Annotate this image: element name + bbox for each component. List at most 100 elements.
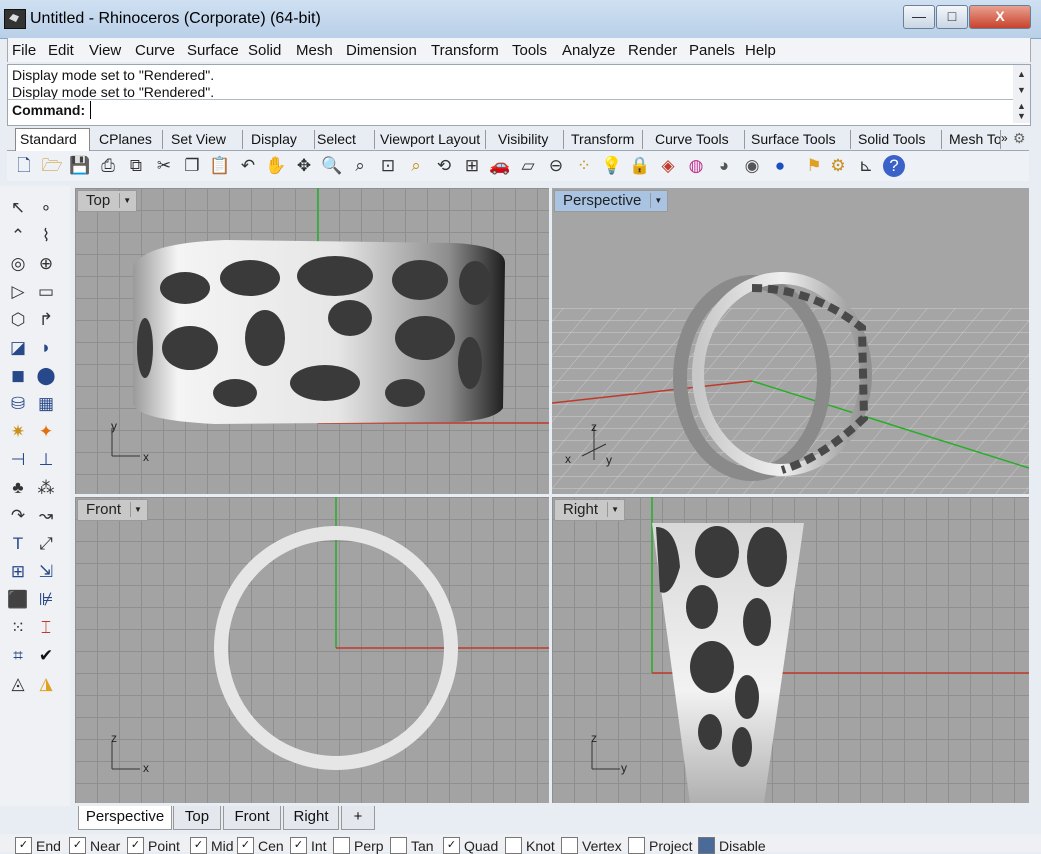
more-tabs-icon[interactable]: » <box>1001 131 1008 145</box>
flag-icon[interactable]: ⚑ <box>803 155 825 177</box>
layer-icon[interactable]: ◈ <box>657 155 679 177</box>
transform-gear-icon[interactable]: ✷ <box>6 420 30 444</box>
open-icon[interactable]: 🗁 <box>41 155 63 177</box>
circle-icon[interactable]: ⊖ <box>545 155 567 177</box>
point-icon[interactable]: ∘ <box>34 196 58 220</box>
tab-set-view[interactable]: Set View <box>167 130 243 149</box>
menu-help[interactable]: Help <box>745 42 776 59</box>
offset-curve-icon[interactable]: ↷ <box>6 504 30 528</box>
scroll-down-icon[interactable]: ▼ <box>1017 85 1026 95</box>
add-viewport-tab-button[interactable]: + <box>341 806 375 830</box>
menu-file[interactable]: File <box>12 42 36 59</box>
viewport-perspective[interactable]: z x y Perspective ▼ <box>552 188 1029 494</box>
solid-box-icon[interactable]: ⬛ <box>6 588 30 612</box>
menu-analyze[interactable]: Analyze <box>562 42 615 59</box>
scroll-down-icon[interactable]: ▼ <box>1017 111 1026 121</box>
move-icon[interactable]: ⤢ <box>34 532 58 556</box>
select-arrow-icon[interactable]: ↖ <box>6 196 30 220</box>
chevron-down-icon[interactable]: ▼ <box>130 502 145 517</box>
menu-render[interactable]: Render <box>628 42 677 59</box>
boolean-split-icon[interactable]: ⁂ <box>34 476 58 500</box>
blue-sphere-icon[interactable]: ● <box>769 155 791 177</box>
array-icon[interactable]: ⊞ <box>6 560 30 584</box>
chevron-down-icon[interactable]: ▼ <box>119 193 134 208</box>
osnap-end-checkbox[interactable]: ✓ <box>15 837 32 854</box>
command-input[interactable] <box>90 101 996 119</box>
tab-solid-tools[interactable]: Solid Tools <box>854 130 942 149</box>
split-icon[interactable]: ⊣ <box>6 448 30 472</box>
import-icon[interactable]: ⧉ <box>125 155 147 177</box>
viewport-title-perspective[interactable]: Perspective ▼ <box>554 190 669 212</box>
print-icon[interactable]: ⎙ <box>97 155 119 177</box>
osnap-mid-checkbox[interactable]: ✓ <box>190 837 207 854</box>
box-icon[interactable]: ◼ <box>6 364 30 388</box>
osnap-tan-checkbox[interactable] <box>390 837 407 854</box>
rotate-view-icon[interactable]: ✥ <box>293 155 315 177</box>
minimize-button[interactable]: — <box>903 5 935 29</box>
rhino-app-icon[interactable] <box>4 9 26 29</box>
properties-icon[interactable]: ▱ <box>517 155 539 177</box>
light-icon[interactable]: 💡 <box>601 155 623 177</box>
dimension-icon[interactable]: ⊾ <box>855 155 877 177</box>
four-viewports-icon[interactable]: ⊞ <box>461 155 483 177</box>
menu-transform[interactable]: Transform <box>431 42 499 59</box>
rectangle-icon[interactable]: ▭ <box>34 280 58 304</box>
zoom-window-icon[interactable]: ⌕ <box>349 155 371 177</box>
scale-icon[interactable]: ⇲ <box>34 560 58 584</box>
osnap-near-checkbox[interactable]: ✓ <box>69 837 86 854</box>
trim-icon[interactable]: ⊥ <box>34 448 58 472</box>
viewport-title-right[interactable]: Right ▼ <box>554 499 626 521</box>
tab-transform[interactable]: Transform <box>567 130 643 149</box>
osnap-cen-checkbox[interactable]: ✓ <box>237 837 254 854</box>
tab-viewport-front[interactable]: Front <box>223 806 281 830</box>
curve-icon[interactable]: ⌇ <box>34 224 58 248</box>
tab-display[interactable]: Display <box>247 130 315 149</box>
undo-view-icon[interactable]: ⟲ <box>433 155 455 177</box>
osnap-project-checkbox[interactable] <box>628 837 645 854</box>
align-icon[interactable]: ⌶ <box>34 616 58 640</box>
surface-icon[interactable]: ◪ <box>6 336 30 360</box>
viewport-title-top[interactable]: Top ▼ <box>77 190 138 212</box>
cut-icon[interactable]: ✂ <box>153 155 175 177</box>
osnap-vertex-checkbox[interactable] <box>561 837 578 854</box>
viewport-top[interactable]: y x Top ▼ <box>75 188 549 494</box>
grid-array-icon[interactable]: ⁙ <box>6 616 30 640</box>
tab-select[interactable]: Select <box>313 130 375 149</box>
zoom-extents-icon[interactable]: ⊡ <box>377 155 399 177</box>
tab-viewport-top[interactable]: Top <box>173 806 221 830</box>
pan-icon[interactable]: ✋ <box>265 155 287 177</box>
osnap-disable-checkbox[interactable] <box>698 837 715 854</box>
boolean-union-icon[interactable]: ♣ <box>6 476 30 500</box>
analysis-icon[interactable]: ◬ <box>6 672 30 696</box>
gear-icon[interactable]: ⚙ <box>827 155 849 177</box>
lock-icon[interactable]: 🔒 <box>629 155 651 177</box>
osnap-int-checkbox[interactable]: ✓ <box>290 837 307 854</box>
menu-view[interactable]: View <box>89 42 121 59</box>
polyline-icon[interactable]: ⌃ <box>6 224 30 248</box>
extrude-surface-icon[interactable]: ◗ <box>34 336 58 360</box>
mesh-icon[interactable]: ▦ <box>34 392 58 416</box>
tab-visibility[interactable]: Visibility <box>494 130 564 149</box>
maximize-button[interactable]: □ <box>936 5 968 29</box>
tab-cplanes[interactable]: CPlanes <box>95 130 163 149</box>
spheres-icon[interactable]: ⬤ <box>34 364 58 388</box>
tab-viewport-right[interactable]: Right <box>283 806 339 830</box>
viewport-title-front[interactable]: Front ▼ <box>77 499 149 521</box>
menu-tools[interactable]: Tools <box>512 42 547 59</box>
menu-surface[interactable]: Surface <box>187 42 239 59</box>
undo-icon[interactable]: ↶ <box>237 155 259 177</box>
render-material-icon[interactable]: ◮ <box>34 672 58 696</box>
menu-mesh[interactable]: Mesh <box>296 42 333 59</box>
help-icon[interactable]: ? <box>883 155 905 177</box>
bend-icon[interactable]: ⌗ <box>6 644 30 668</box>
menu-edit[interactable]: Edit <box>48 42 74 59</box>
tab-viewport-perspective[interactable]: Perspective <box>78 806 172 830</box>
chevron-down-icon[interactable]: ▼ <box>650 193 665 208</box>
points-icon[interactable]: ⁘ <box>573 155 595 177</box>
viewport-front[interactable]: z x Front ▼ <box>75 497 549 803</box>
menu-curve[interactable]: Curve <box>135 42 175 59</box>
osnap-quad-checkbox[interactable]: ✓ <box>443 837 460 854</box>
menu-dimension[interactable]: Dimension <box>346 42 417 59</box>
paste-icon[interactable]: 📋 <box>209 155 231 177</box>
tab-curve-tools[interactable]: Curve Tools <box>651 130 745 149</box>
